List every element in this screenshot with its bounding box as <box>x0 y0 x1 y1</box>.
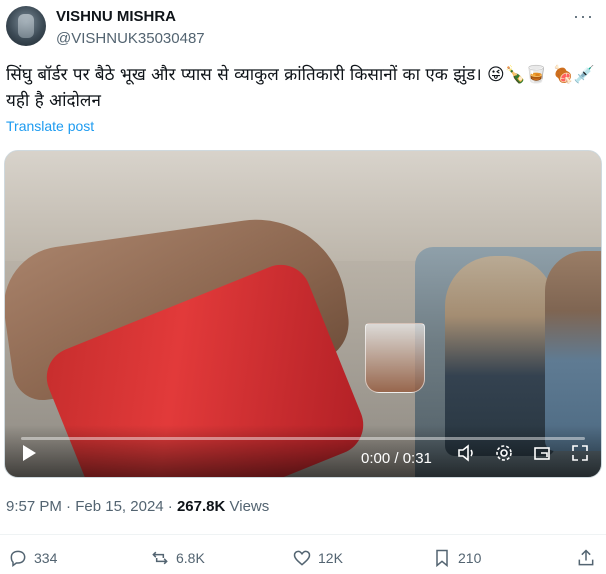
tweet-time[interactable]: 9:57 PM <box>6 498 62 515</box>
repost-icon <box>152 551 168 565</box>
video-player[interactable]: 0:00 / 0:31 <box>4 150 602 478</box>
bookmark-button[interactable]: 210 <box>432 548 481 568</box>
video-controls: 0:00 / 0:31 <box>5 425 601 477</box>
views-label: Views <box>229 498 270 515</box>
author-name[interactable]: VISHNU MISHRA <box>56 8 176 25</box>
video-frame-person <box>545 251 601 451</box>
picture-in-picture-icon[interactable] <box>533 444 551 467</box>
video-time: 0:00 / 0:31 <box>361 450 432 467</box>
action-bar: 334 6.8K 12K 210 <box>0 544 606 574</box>
tweet-date[interactable]: Feb 15, 2024 <box>75 498 163 515</box>
settings-gear-icon[interactable] <box>495 444 513 467</box>
share-icon <box>578 549 594 566</box>
reply-icon <box>10 550 26 567</box>
heart-icon <box>293 550 311 566</box>
divider <box>0 534 606 535</box>
views-count: 267.8K <box>176 498 226 515</box>
bookmark-icon <box>436 549 448 568</box>
translate-link[interactable]: Translate post <box>6 118 94 134</box>
tweet-text: सिंघु बॉर्डर पर बैठे भूख और प्यास से व्य… <box>6 65 595 111</box>
meta-separator: · <box>167 498 177 515</box>
author-handle[interactable]: @VISHNUK35030487 <box>56 30 205 47</box>
video-frame-cup <box>365 323 425 393</box>
like-button[interactable]: 12K <box>292 548 343 568</box>
ellipsis-icon[interactable]: ··· <box>573 6 594 27</box>
like-count: 12K <box>318 550 343 566</box>
repost-button[interactable]: 6.8K <box>150 548 205 568</box>
fullscreen-icon[interactable] <box>571 444 589 467</box>
repost-count: 6.8K <box>176 550 205 566</box>
avatar[interactable] <box>6 6 46 46</box>
bookmark-count: 210 <box>458 550 482 566</box>
volume-icon[interactable] <box>457 444 477 467</box>
share-button[interactable] <box>576 548 596 568</box>
video-progress-bar[interactable] <box>21 437 585 440</box>
reply-count: 334 <box>34 550 58 566</box>
tweet-meta: 9:57 PM · Feb 15, 2024 · 267.8K Views <box>6 498 269 515</box>
reply-button[interactable]: 334 <box>8 548 57 568</box>
meta-separator: · <box>66 498 76 515</box>
play-icon[interactable] <box>21 444 37 467</box>
